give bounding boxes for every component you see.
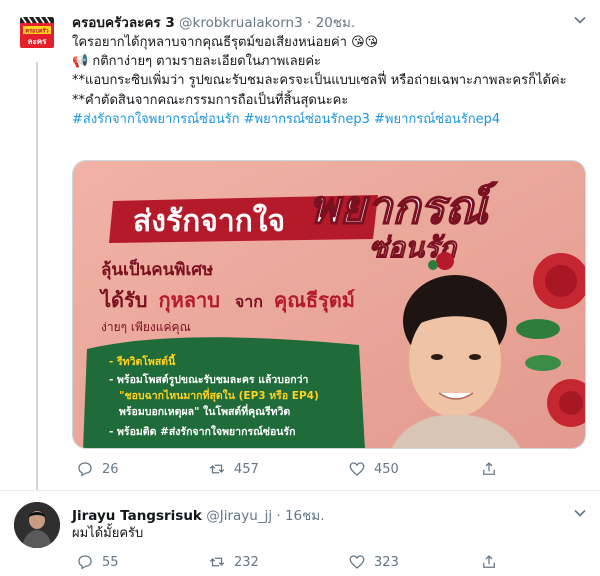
tweet-header: ครอบครัวละคร 3 @krobkrualakorn3 · 20ชม. bbox=[72, 15, 356, 31]
reply-button[interactable]: 26 bbox=[76, 458, 119, 480]
reply-count: 26 bbox=[102, 461, 119, 477]
tweet-actions: 55 232 323 bbox=[72, 551, 592, 573]
thread-line bbox=[36, 62, 38, 490]
rule-3: "ชอบฉากไหนมากที่สุดใน (EP3 หรือ EP4) bbox=[119, 387, 319, 403]
reply-icon bbox=[78, 555, 92, 570]
avatar-text-1: ครอบครัว bbox=[25, 28, 48, 35]
retweet-count: 457 bbox=[234, 461, 259, 477]
banner-headline: ส่งรักจากใจ bbox=[133, 203, 285, 239]
timestamp[interactable]: 16ชม. bbox=[285, 508, 325, 524]
tweet-line: 📢 กติกาง่ายๆ ตามรายละเอียดในภาพเลยค่ะ bbox=[72, 54, 322, 70]
user-handle[interactable]: @Jirayu_jj bbox=[206, 508, 272, 524]
retweet-count: 232 bbox=[234, 554, 259, 570]
like-button[interactable]: 450 bbox=[348, 458, 399, 480]
promo-line-3: ง่ายๆ เพียงแค่คุณ bbox=[101, 320, 191, 335]
rule-5: - พร้อมติด #ส่งรักจากใจพยากรณ์ซ่อนรัก bbox=[109, 424, 295, 438]
share-icon bbox=[483, 555, 495, 568]
promo-line-2a: ได้รับ bbox=[99, 288, 147, 312]
tweet-line: **แอบกระซิบเพิ่มว่า รูปขณะรับชมละครจะเป็… bbox=[72, 73, 567, 89]
reply-button[interactable]: 55 bbox=[76, 551, 119, 573]
promo-line-2d: คุณธีรุตม์ bbox=[274, 288, 355, 313]
hashtag-links[interactable]: #ส่งรักจากใจพยากรณ์ซ่อนรัก #พยากรณ์ซ่อนร… bbox=[72, 110, 590, 129]
rule-2: - พร้อมโพสต์รูปขณะรับชมละคร แล้วบอกว่า bbox=[109, 373, 309, 387]
timestamp[interactable]: 20ชม. bbox=[316, 15, 356, 31]
avatar-text-2: ละคร bbox=[28, 37, 48, 46]
user-handle[interactable]: @krobkrualakorn3 bbox=[179, 15, 303, 31]
chevron-down-icon[interactable] bbox=[573, 506, 587, 520]
display-name[interactable]: ครอบครัวละคร 3 bbox=[72, 15, 175, 31]
tweet-media-image[interactable]: ส่งรักจากใจ พยากรณ์ ซ่อนรัก ลุ้นเป็นคนพิ… bbox=[72, 160, 586, 449]
share-button[interactable] bbox=[480, 458, 498, 480]
tweet-header: Jirayu Tangsrisuk @Jirayu_jj · 16ชม. bbox=[72, 508, 325, 524]
tweet-text: ใครอยากได้กุหลาบจากคุณธีรุตม์ขอเสียงหน่อ… bbox=[72, 33, 590, 129]
share-icon bbox=[483, 462, 495, 475]
retweet-icon bbox=[209, 464, 225, 474]
like-count: 450 bbox=[374, 461, 399, 477]
retweet-button[interactable]: 232 bbox=[208, 551, 259, 573]
rule-4: พร้อมบอกเหตุผล" ในโพสต์ที่คุณรีทวิต bbox=[119, 403, 290, 419]
like-button[interactable]: 323 bbox=[348, 551, 399, 573]
tweet-line: ผมได้มั้ยครับ bbox=[72, 526, 144, 541]
retweet-button[interactable]: 457 bbox=[208, 458, 259, 480]
rule-1: - รีทวิตโพสต์นี้ bbox=[109, 353, 176, 368]
avatar[interactable]: ครอบครัว ละคร bbox=[14, 11, 60, 57]
reply-count: 55 bbox=[102, 554, 119, 570]
promo-line-2c: จาก bbox=[235, 292, 263, 311]
promo-line-1: ลุ้นเป็นคนพิเศษ bbox=[101, 257, 213, 280]
display-name[interactable]: Jirayu Tangsrisuk bbox=[72, 508, 202, 524]
retweet-icon bbox=[209, 557, 225, 567]
heart-icon bbox=[349, 555, 365, 569]
tweet-actions: 26 457 450 bbox=[72, 458, 592, 480]
tweet-line: **คำตัดสินจากคณะกรรมการถือเป็นที่สิ้นสุด… bbox=[72, 92, 349, 108]
drama-title: พยากรณ์ bbox=[309, 180, 497, 234]
share-button[interactable] bbox=[480, 551, 498, 573]
tweet-line: ใครอยากได้กุหลาบจากคุณธีรุตม์ขอเสียงหน่อ… bbox=[72, 35, 379, 50]
tweet-text: ผมได้มั้ยครับ bbox=[72, 524, 590, 543]
avatar[interactable] bbox=[14, 502, 60, 548]
promo-line-2b: กุหลาบ bbox=[158, 288, 219, 313]
reply-icon bbox=[78, 462, 92, 477]
chevron-down-icon[interactable] bbox=[573, 13, 587, 27]
like-count: 323 bbox=[374, 554, 399, 570]
heart-icon bbox=[349, 462, 365, 476]
